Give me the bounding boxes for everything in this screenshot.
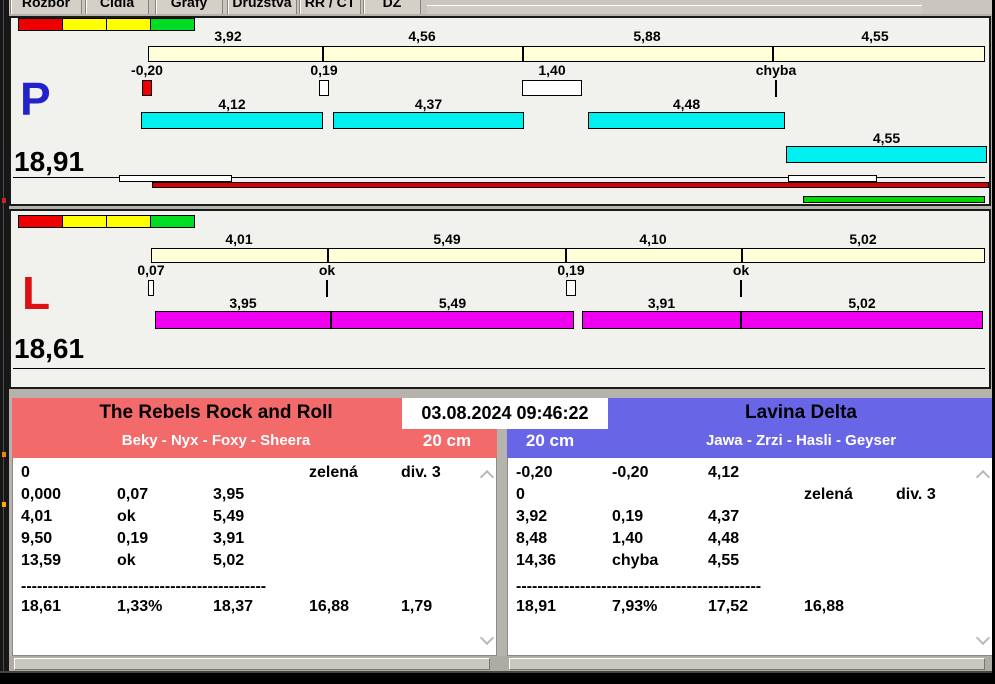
cell: 4,01 [21,508,53,525]
cell: zelená [804,486,853,503]
total-cell: 18,61 [21,598,62,615]
totals-row: 18,61 1,33% 18,37 16,88 1,79 [13,598,496,620]
window-left-edge [0,0,9,684]
team-table-left: 0 zelená div. 3 0,000 0,07 3,95 4,01 ok 5,49 9,50… [12,458,497,656]
cell: 3,91 [213,530,245,547]
team-tables: The Rebels Rock and Roll Beky - Nyx - Fo… [0,0,995,684]
total-cell: 16,88 [309,598,350,615]
cell: 0 [516,486,525,503]
team-panel-left: The Rebels Rock and Roll Beky - Nyx - Fo… [12,398,497,656]
total-cell: 7,93% [612,598,658,615]
cell: 4,48 [708,530,740,547]
cell: ok [117,552,136,569]
cell: 0,000 [21,486,62,503]
cell: 14,36 [516,552,557,569]
cell: 13,59 [21,552,62,569]
total-cell: 16,88 [804,598,845,615]
cell: 1,40 [612,530,644,547]
scroll-down-icon[interactable] [975,630,991,646]
cell: 5,02 [213,552,245,569]
row-separator: ----------------------------------------… [516,578,762,594]
table-row: 8,48 1,40 4,48 [508,530,992,552]
table-row: -0,20 -0,20 4,12 [508,464,992,486]
total-cell: 18,91 [516,598,557,615]
cell: 4,55 [708,552,740,569]
team-dogs-left: Beky - Nyx - Foxy - Sheera [121,432,311,449]
cell: 9,50 [21,530,53,547]
team-dogs-right: Jawa - Zrzi - Hasli - Geyser [705,432,897,449]
table-row: 13,59 ok 5,02 [13,552,496,574]
table-row: 0 zelená div. 3 [13,464,496,486]
totals-row: 18,91 7,93% 17,52 16,88 [508,598,992,620]
cell: 5,49 [213,508,245,525]
cell: 0 [21,464,30,481]
cell: div. 3 [896,486,936,503]
team-title-right: Lavina Delta [745,402,857,423]
cell: zelená [309,464,358,481]
table-row: 0 zelená div. 3 [508,486,992,508]
team-table-right: -0,20 -0,20 4,12 0 zelená div. 3 3,92 0,19 4,37 8… [507,458,993,656]
table-row: 3,92 0,19 4,37 [508,508,992,530]
height-class-left: 20 cm [422,431,472,450]
total-cell: 18,37 [213,598,254,615]
cell: ok [117,508,136,525]
cell: 0,19 [117,530,149,547]
edge-speck [2,502,6,507]
app-window: Rozbor Čidla Grafy Družstva RR / ČT DŽ 3,92 4,… [0,0,995,684]
cell: -0,20 [612,464,649,481]
window-bottom-edge [0,673,995,684]
cell: 0,07 [117,486,149,503]
cell: 4,12 [708,464,740,481]
cell: -0,20 [516,464,553,481]
team-title-left: The Rebels Rock and Roll [99,402,333,423]
table-row: 0,000 0,07 3,95 [13,486,496,508]
total-cell: 1,79 [401,598,433,615]
total-cell: 17,52 [708,598,749,615]
edge-speck [2,198,6,203]
cell: 3,92 [516,508,548,525]
cell: 8,48 [516,530,548,547]
total-cell: 1,33% [117,598,163,615]
cell: 0,19 [612,508,644,525]
table-row: 9,50 0,19 3,91 [13,530,496,552]
timestamp: 03.08.2024 09:46:22 [402,398,608,429]
cell: 4,37 [708,508,740,525]
scroll-down-icon[interactable] [479,630,495,646]
left-edge-groove [3,0,4,684]
cell: 3,95 [213,486,245,503]
cell: chyba [612,552,659,569]
height-class-right: 20 cm [525,431,575,450]
edge-speck [2,452,6,457]
table-row: 4,01 ok 5,49 [13,508,496,530]
row-separator: ----------------------------------------… [21,578,267,594]
table-row: 14,36 chyba 4,55 [508,552,992,574]
team-panel-right: Lavina Delta Jawa - Zrzi - Hasli - Geyse… [507,398,993,656]
cell: div. 3 [401,464,441,481]
